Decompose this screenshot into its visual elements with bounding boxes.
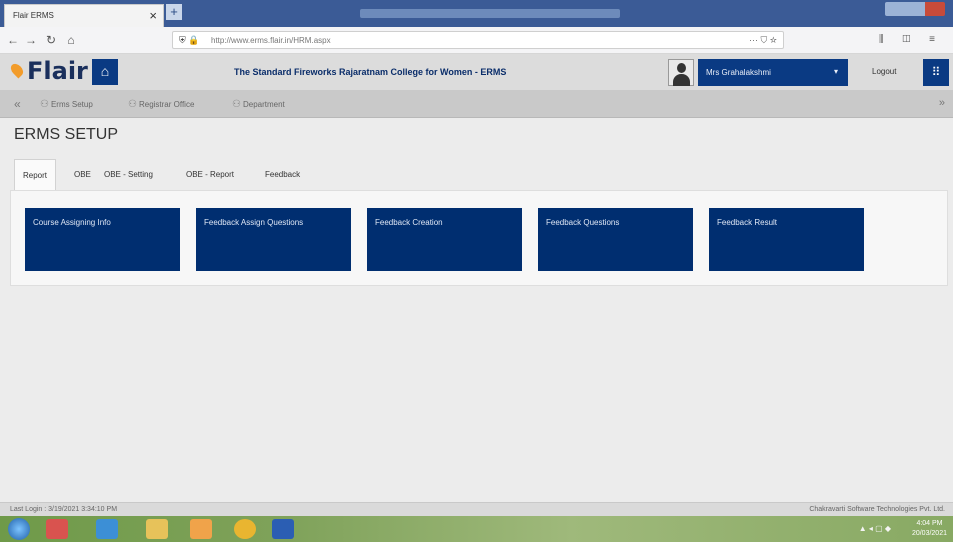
college-name: The Standard Fireworks Rajaratnam Colleg… bbox=[234, 67, 507, 77]
tile-label: Feedback Creation bbox=[375, 218, 443, 227]
system-tray[interactable]: ▲ ◂ ▢ ◆ bbox=[859, 524, 891, 533]
start-button[interactable] bbox=[8, 518, 30, 540]
tile-feedback-creation[interactable]: Feedback Creation bbox=[367, 208, 522, 271]
tile-course-assigning-info[interactable]: Course Assigning Info bbox=[25, 208, 180, 271]
taskbar-clock[interactable]: 4:04 PM 20/03/2021 bbox=[912, 519, 947, 539]
word-icon[interactable] bbox=[272, 519, 294, 539]
module-label: Department bbox=[242, 100, 285, 109]
main-content: ERMS SETUP Report OBE OBE - Setting OBE … bbox=[0, 118, 953, 502]
apps-grid-button[interactable]: ⠿ bbox=[923, 59, 949, 86]
reload-icon[interactable]: ↻ bbox=[44, 33, 58, 47]
tile-label: Feedback Result bbox=[717, 218, 778, 227]
clock-time: 4:04 PM bbox=[916, 520, 943, 527]
tile-label: Feedback Assign Questions bbox=[204, 218, 304, 227]
tab-feedback[interactable]: Feedback bbox=[257, 159, 308, 190]
os-taskbar: ▲ ◂ ▢ ◆ 4:04 PM 20/03/2021 bbox=[0, 516, 953, 542]
chrome-icon[interactable] bbox=[234, 519, 256, 539]
url-text[interactable]: http://www.erms.flair.in/HRM.aspx bbox=[211, 36, 331, 45]
browser-menu-icons[interactable]: ⫼ ◫ ≡ bbox=[879, 34, 943, 45]
clock-date: 20/03/2021 bbox=[911, 530, 947, 537]
scroll-left-icon[interactable]: « bbox=[14, 97, 21, 111]
users-icon: ⚇ bbox=[232, 99, 241, 110]
ie-browser-icon[interactable] bbox=[96, 519, 118, 539]
scroll-right-icon[interactable]: » bbox=[939, 97, 945, 109]
browser-navbar: ← → ↻ ⌂ ⛨ 🔒 http://www.erms.flair.in/HRM… bbox=[0, 27, 953, 54]
media-app-icon[interactable] bbox=[46, 519, 68, 539]
home-icon[interactable]: ⌂ bbox=[64, 33, 78, 47]
logout-link[interactable]: Logout bbox=[872, 67, 896, 76]
lock-icon: ⛨ 🔒 bbox=[179, 35, 200, 45]
window-controls[interactable] bbox=[885, 2, 945, 16]
home-button[interactable]: ⌂ bbox=[92, 59, 118, 85]
window-title-bar bbox=[360, 9, 620, 18]
user-name: Mrs Grahalakshmi bbox=[706, 68, 771, 77]
folder-icon[interactable] bbox=[146, 519, 168, 539]
forward-arrow-icon[interactable]: → bbox=[24, 33, 38, 47]
tab-report[interactable]: Report bbox=[14, 159, 57, 190]
flair-logo-icon bbox=[8, 61, 26, 79]
tile-feedback-result[interactable]: Feedback Result bbox=[709, 208, 864, 271]
module-label: Registrar Office bbox=[138, 100, 195, 109]
bookmark-star-icon[interactable]: ··· ⛉ ☆ bbox=[749, 35, 777, 46]
tile-feedback-assign-questions[interactable]: Feedback Assign Questions bbox=[196, 208, 351, 271]
company-credit: Chakravarti Software Technologies Pvt. L… bbox=[809, 506, 945, 513]
module-department[interactable]: ⚇ Department bbox=[232, 99, 285, 110]
close-tab-icon[interactable]: × bbox=[149, 8, 157, 23]
back-arrow-icon[interactable]: ← bbox=[6, 33, 20, 47]
users-icon: ⚇ bbox=[128, 99, 137, 110]
tab-obe-setting[interactable]: OBE - Setting bbox=[96, 159, 161, 190]
module-registrar-office[interactable]: ⚇ Registrar Office bbox=[128, 99, 194, 110]
browser-tab-strip: Flair ERMS × + bbox=[0, 0, 953, 27]
tab-obe[interactable]: OBE bbox=[66, 159, 99, 190]
module-bar: « ⚇ Erms Setup ⚇ Registrar Office ⚇ Departm… bbox=[0, 90, 953, 118]
user-dropdown[interactable]: Mrs Grahalakshmi ▾ bbox=[698, 59, 848, 86]
address-bar[interactable]: ⛨ 🔒 http://www.erms.flair.in/HRM.aspx ··… bbox=[172, 31, 784, 49]
user-avatar bbox=[668, 59, 694, 86]
tab-obe-report[interactable]: OBE - Report bbox=[178, 159, 242, 190]
media-player-icon[interactable] bbox=[190, 519, 212, 539]
last-login: Last Login : 3/19/2021 3:34:10 PM bbox=[10, 506, 118, 513]
module-label: Erms Setup bbox=[50, 100, 93, 109]
users-icon: ⚇ bbox=[40, 99, 49, 110]
tile-feedback-questions[interactable]: Feedback Questions bbox=[538, 208, 693, 271]
module-erms-setup[interactable]: ⚇ Erms Setup bbox=[40, 99, 93, 110]
page-title: ERMS SETUP bbox=[14, 126, 119, 143]
browser-tab-title: Flair ERMS bbox=[13, 11, 54, 20]
new-tab-button[interactable]: + bbox=[166, 4, 182, 20]
browser-tab[interactable]: Flair ERMS × bbox=[4, 4, 164, 27]
app-logo: Flair bbox=[27, 57, 88, 85]
chevron-down-icon: ▾ bbox=[833, 67, 838, 76]
tile-label: Course Assigning Info bbox=[33, 218, 111, 227]
app-header: Flair ⌂ The Standard Fireworks Rajaratna… bbox=[0, 54, 953, 90]
tile-label: Feedback Questions bbox=[546, 218, 620, 227]
report-panel: Course Assigning Info Feedback Assign Qu… bbox=[10, 190, 948, 286]
app-footer: Last Login : 3/19/2021 3:34:10 PM Chakra… bbox=[0, 502, 953, 516]
